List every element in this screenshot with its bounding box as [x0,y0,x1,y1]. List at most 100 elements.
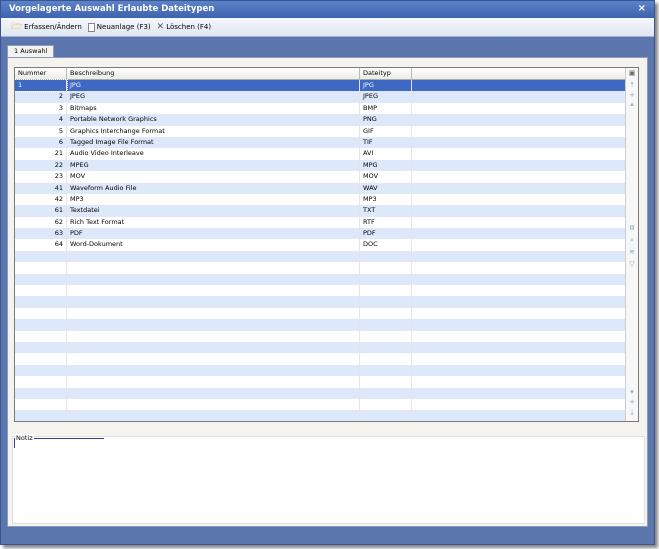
column-chooser-icon[interactable]: ▣ [626,69,638,77]
table-row[interactable]: 23 MOV MOV [15,171,626,183]
cell-dateityp: PDF [360,228,412,240]
empty-row[interactable] [15,410,626,421]
cell-dateityp: JPG [360,80,412,92]
empty-row[interactable] [15,376,626,388]
cell-nummer: 4 [15,114,67,126]
next-icon[interactable]: ▾ [626,388,638,396]
cell-beschreibung [67,398,360,411]
empty-row[interactable] [15,341,626,354]
empty-row[interactable] [15,353,626,365]
grid-header: Nummer Beschreibung Dateityp [15,68,626,80]
table-row[interactable]: 62 Rich Text Format RTF [15,216,626,229]
cell-beschreibung [67,307,360,320]
delete-button[interactable]: ✕ Löschen (F4) [157,22,211,32]
cell-nummer: 2 [15,91,67,103]
cell-beschreibung [67,376,360,388]
cell-beschreibung: Word-Dokument [67,239,360,251]
cell-beschreibung: JPG [67,80,360,92]
filter-icon[interactable]: ▽ [626,260,638,268]
cell-empty [412,410,626,421]
empty-row[interactable] [15,250,626,263]
table-row[interactable]: 6 Tagged Image File Format TIF [15,136,626,149]
add-row-icon[interactable]: + [626,91,638,99]
table-row[interactable]: 22 MPEG MPG [15,159,626,172]
cell-dateityp [360,319,412,331]
empty-row[interactable] [15,262,626,274]
cell-dateityp [360,285,412,297]
empty-row[interactable] [15,307,626,320]
cell-nummer: 41 [15,182,67,194]
cell-dateityp [360,273,412,286]
first-record-icon[interactable]: ⤒ [626,81,638,90]
dialog-window: Vorgelagerte Auswahl Erlaubte Dateitypen… [0,0,655,545]
cell-beschreibung [67,262,360,274]
close-icon[interactable]: × [638,3,646,14]
empty-row[interactable] [15,330,626,342]
table-row[interactable]: 63 PDF PDF [15,228,626,240]
table-row[interactable]: 4 Portable Network Graphics PNG [15,114,626,126]
new-button[interactable]: Neuanlage (F3) [87,22,151,32]
empty-row[interactable] [15,319,626,331]
table-row[interactable]: 64 Word-Dokument DOC [15,239,626,251]
empty-row[interactable] [15,296,626,308]
cell-nummer: 5 [15,125,67,137]
table-row[interactable]: 41 Waveform Audio File WAV [15,182,626,194]
empty-row[interactable] [15,364,626,377]
cell-nummer: 63 [15,228,67,240]
cell-empty [412,331,626,342]
edit-button[interactable]: 🗁 Erfassen/Ändern [11,19,82,35]
cell-empty [412,285,626,296]
search-icon[interactable]: ⌕ [626,236,638,245]
cell-beschreibung [67,330,360,342]
notiz-field[interactable]: Notiz [12,434,645,524]
cell-nummer [15,319,67,331]
empty-row[interactable] [15,398,626,411]
cell-nummer [15,296,67,308]
cell-empty [412,80,626,91]
cell-empty [412,388,626,399]
cell-nummer: 6 [15,136,67,149]
table-row[interactable]: 61 Textdatei TXT [15,205,626,217]
cell-beschreibung: Waveform Audio File [67,182,360,194]
tab-panel: Nummer Beschreibung Dateityp 1 JPG JPG 2 JPE… [7,57,648,527]
cell-dateityp: BMP [360,102,412,115]
cell-dateityp: PNG [360,114,412,126]
tab-auswahl[interactable]: 1 Auswahl [7,45,55,57]
previous-icon[interactable]: ▴ [626,100,638,108]
add-icon[interactable]: + [626,398,638,406]
cell-nummer [15,307,67,320]
cell-beschreibung: Graphics Interchange Format [67,125,360,137]
table-row[interactable]: 3 Bitmaps BMP [15,102,626,115]
cell-empty [412,319,626,330]
cell-empty [412,183,626,194]
empty-row[interactable] [15,285,626,297]
cell-beschreibung [67,341,360,354]
notiz-label: Notiz [15,434,34,442]
grouping-icon[interactable]: ≋ [626,248,638,256]
column-header-beschreibung[interactable]: Beschreibung [67,68,360,80]
cell-empty [412,217,626,228]
cell-empty [412,342,626,353]
table-row[interactable]: 5 Graphics Interchange Format GIF [15,125,626,137]
cell-beschreibung: Textdatei [67,205,360,217]
table-row[interactable]: 42 MP3 MP3 [15,193,626,206]
cell-nummer [15,341,67,354]
column-header-dateityp[interactable]: Dateityp [360,68,412,80]
cell-empty [412,148,626,159]
table-row[interactable]: 2 JPEG JPEG [15,91,626,103]
cell-nummer: 1 [15,78,68,93]
cell-empty [412,262,626,273]
columns-icon[interactable]: Ⅲ [626,224,638,232]
table-row[interactable]: 1 JPG JPG [15,78,626,93]
cell-nummer [15,376,67,388]
last-record-icon[interactable]: ⤓ [626,408,638,417]
cell-beschreibung: MPEG [67,159,360,172]
cell-empty [412,194,626,205]
table-row[interactable]: 21 Audio Video Interleave AVI [15,148,626,160]
empty-row[interactable] [15,273,626,286]
cell-dateityp: MPG [360,159,412,172]
cell-dateityp [360,353,412,365]
empty-row[interactable] [15,387,626,399]
cell-empty [412,205,626,216]
column-header-nummer[interactable]: Nummer [15,68,67,80]
